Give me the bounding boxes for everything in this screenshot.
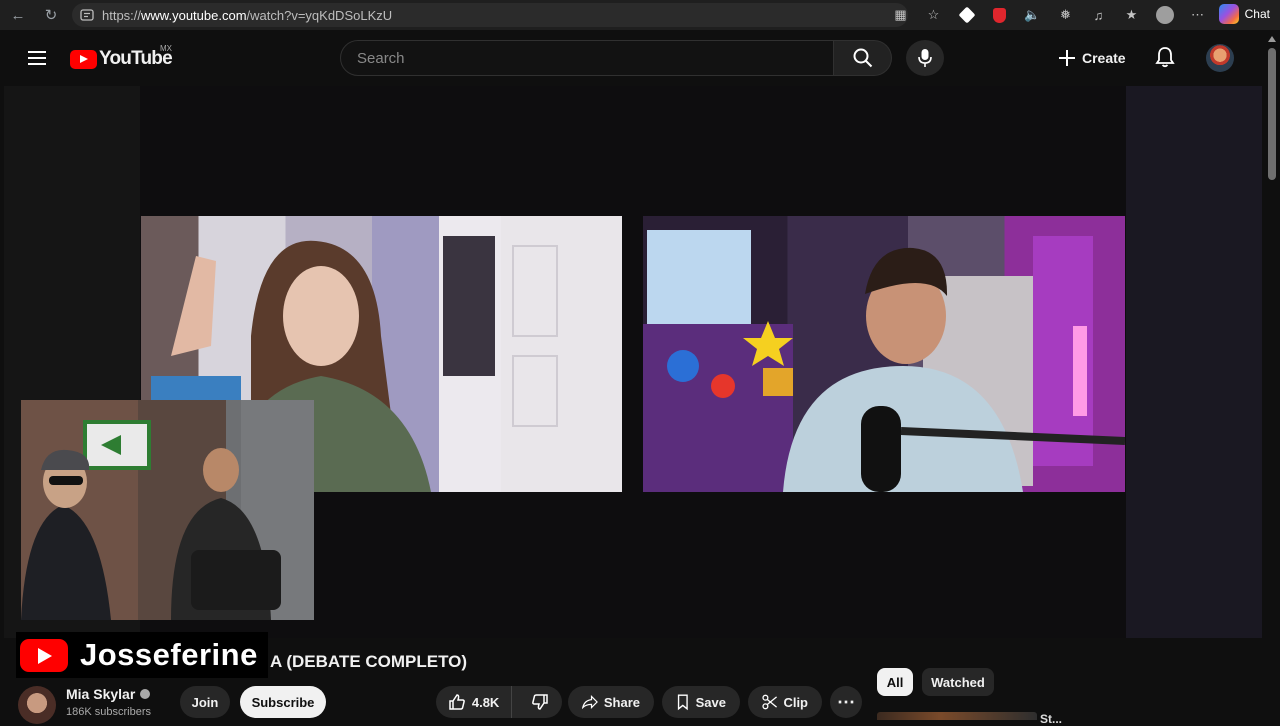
refresh-icon[interactable]: ↻ (38, 2, 64, 28)
join-button[interactable]: Join (180, 686, 230, 718)
create-button[interactable]: Create (1058, 44, 1126, 72)
youtube-logo[interactable]: YouTube MX (70, 44, 173, 70)
youtube-header: YouTube MX Search Create (0, 30, 1264, 86)
search-placeholder: Search (357, 49, 405, 67)
voice-search-button[interactable] (906, 40, 944, 76)
media-control-icon[interactable]: ♫ (1082, 3, 1115, 27)
share-label: Share (603, 694, 640, 710)
account-avatar[interactable] (1206, 44, 1234, 72)
channel-name: Mia Skylar (66, 686, 136, 702)
site-info-icon[interactable] (80, 8, 94, 22)
subscribe-button[interactable]: Subscribe (240, 686, 326, 718)
microphone-icon (918, 49, 932, 67)
video-title: A (DEBATE COMPLETO) (270, 652, 468, 671)
recommended-video-title[interactable]: St... (1040, 712, 1062, 726)
youtube-logo-icon (20, 638, 68, 672)
hamburger-menu-icon[interactable] (28, 51, 46, 65)
chat-label: Chat (1244, 7, 1270, 21)
scissors-icon (762, 694, 777, 710)
creator-brand-overlay: Josseferine (16, 632, 268, 678)
address-bar[interactable]: https://www.youtube.com/watch?v=yqKdDSoL… (72, 3, 908, 27)
favorite-star-icon[interactable]: ☆ (917, 3, 950, 27)
clip-label: Clip (783, 694, 808, 710)
video-player[interactable] (4, 86, 1262, 638)
channel-avatar[interactable] (18, 686, 56, 724)
bell-icon (1155, 47, 1175, 68)
favorites-icon[interactable]: ★ (1115, 3, 1148, 27)
scroll-up-arrow-icon[interactable] (1268, 36, 1276, 42)
more-actions-button[interactable]: ⋯ (830, 686, 862, 718)
save-button[interactable]: Save (662, 686, 740, 718)
pip-scene (21, 400, 314, 620)
copilot-chat-button[interactable]: Chat (1218, 4, 1270, 24)
recommended-video-thumbnail[interactable] (877, 712, 1037, 720)
copilot-icon (1218, 4, 1239, 24)
like-button[interactable]: 4.8K (436, 686, 513, 718)
bookmark-icon (677, 694, 688, 711)
right-feed-scene (643, 230, 1125, 492)
search-icon (853, 48, 872, 68)
page-scrollbar[interactable] (1264, 30, 1280, 720)
extensions-puzzle-icon[interactable]: ❅ (1049, 3, 1082, 27)
clip-button[interactable]: Clip (748, 686, 822, 718)
thumbs-down-icon (532, 694, 548, 710)
brand-name: Josseferine (80, 637, 258, 672)
volume-icon[interactable]: 🔈 (1016, 3, 1049, 27)
verified-badge-icon (140, 689, 151, 699)
extension-diamond-icon[interactable] (950, 3, 983, 27)
more-menu-icon[interactable]: ⋯ (1181, 3, 1214, 27)
browser-extension-icons: ▦ ☆ 🔈 ❅ ♫ ★ ⋯ (884, 3, 1214, 27)
picture-in-picture-feed (21, 400, 314, 620)
search-button[interactable] (834, 40, 892, 76)
save-label: Save (695, 694, 726, 710)
create-label: Create (1082, 50, 1126, 66)
scrollbar-thumb[interactable] (1268, 48, 1276, 180)
url-prefix: https:// (102, 7, 142, 23)
profile-icon[interactable] (1148, 3, 1181, 27)
back-icon[interactable]: ← (5, 2, 31, 28)
country-code: MX (160, 44, 172, 53)
plus-icon (1059, 50, 1075, 66)
app-available-icon[interactable]: ▦ (884, 3, 917, 27)
like-count: 4.8K (471, 694, 500, 710)
chip-all[interactable]: All (877, 668, 913, 696)
subscriber-count: 186K subscribers (66, 706, 151, 718)
chip-watched[interactable]: Watched (922, 668, 994, 696)
dislike-button[interactable] (518, 686, 562, 718)
url-host: www.youtube.com (141, 7, 247, 23)
notifications-button[interactable] (1155, 46, 1175, 73)
thumbs-up-icon (449, 694, 465, 710)
url-path: /watch?v=yqKdDSoLKzU (246, 7, 393, 23)
share-button[interactable]: Share (568, 686, 654, 718)
channel-name-row[interactable]: Mia Skylar (66, 686, 151, 702)
like-dislike-group: 4.8K (436, 686, 562, 718)
youtube-play-icon (70, 49, 97, 69)
share-arrow-icon (582, 695, 598, 710)
search-input[interactable]: Search (340, 40, 834, 76)
more-horizontal-icon: ⋯ (837, 692, 855, 712)
browser-toolbar: ← ↻ https://www.youtube.com/watch?v=yqKd… (0, 0, 1280, 30)
extension-shield-icon[interactable] (983, 3, 1016, 27)
video-feed-right (643, 216, 1125, 492)
